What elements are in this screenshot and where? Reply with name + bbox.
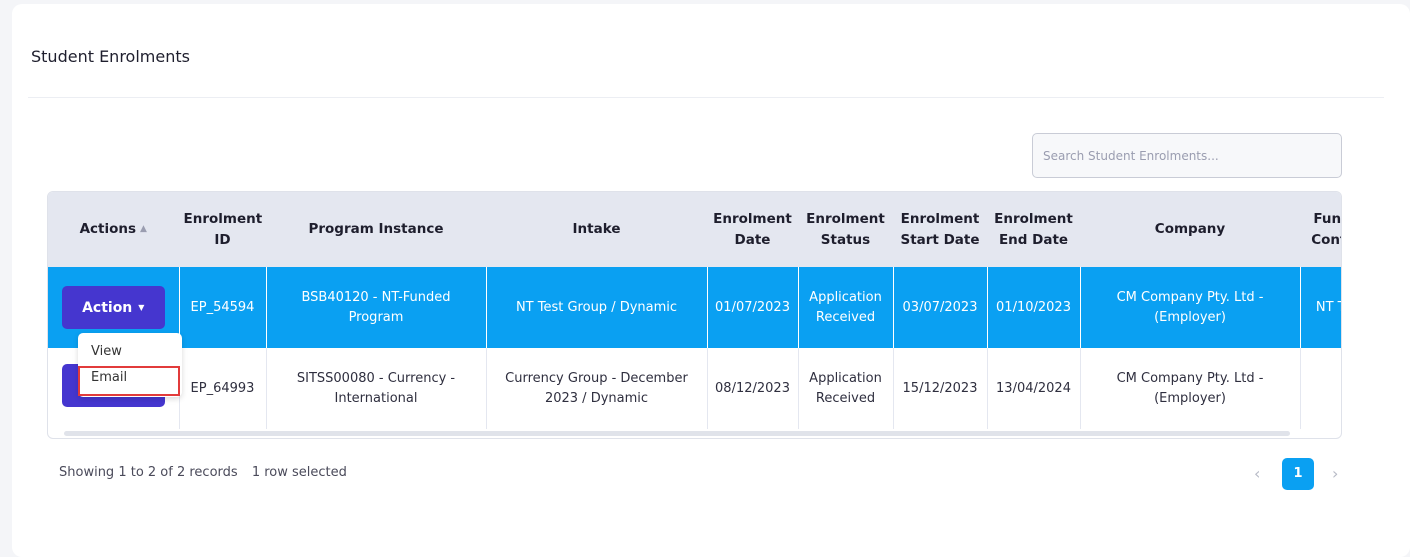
rows-selected-text: 1 row selected (251, 465, 347, 480)
company-cell: CM Company Pty. Ltd - (Employer) (1080, 348, 1301, 429)
funding-contract-cell (1300, 348, 1341, 429)
column-header-enrolment-status[interactable]: Enrolment Status (798, 192, 894, 267)
end-date-cell: 13/04/2024 (987, 348, 1081, 429)
column-header-company[interactable]: Company (1080, 192, 1301, 267)
start-date-cell: 03/07/2023 (893, 267, 988, 348)
menu-item-view[interactable]: View (91, 344, 122, 359)
enrolments-table: Actions ▲ Enrolment ID Program Instance I… (47, 191, 1342, 439)
program-instance-cell: SITSS00080 - Currency - International (266, 348, 487, 429)
enrolment-id-cell: EP_54594 (179, 267, 267, 348)
intake-cell: Currency Group - December 2023 / Dynamic (486, 348, 708, 429)
action-dropdown-button[interactable]: Action ▼ (61, 286, 165, 329)
company-cell: CM Company Pty. Ltd - (Employer) (1080, 267, 1301, 348)
showing-records-text: Showing 1 to 2 of 2 records (59, 465, 238, 480)
start-date-cell: 15/12/2023 (893, 348, 988, 429)
funding-contract-cell: NT T Cont (1300, 267, 1341, 348)
column-header-start-date[interactable]: Enrolment Start Date (893, 192, 988, 267)
column-header-intake[interactable]: Intake (486, 192, 708, 267)
enrolment-status-cell: Application Received (798, 267, 894, 348)
table-row[interactable]: Action ▼ EP_54594 BSB40120 - NT-Funded Pr… (48, 267, 1341, 348)
page-title: Student Enrolments (31, 47, 190, 66)
program-instance-cell: BSB40120 - NT-Funded Program (266, 267, 487, 348)
caret-down-icon: ▼ (138, 303, 145, 312)
enrolment-date-cell: 01/07/2023 (707, 267, 799, 348)
table-row[interactable]: EP_64993 SITSS00080 - Currency - Interna… (48, 348, 1341, 429)
column-header-enrolment-date[interactable]: Enrolment Date (707, 192, 799, 267)
column-header-program-instance[interactable]: Program Instance (266, 192, 487, 267)
card-header (28, 4, 1384, 98)
email-highlight-box (78, 366, 180, 396)
enrolment-date-cell: 08/12/2023 (707, 348, 799, 429)
horizontal-scrollbar[interactable] (64, 431, 1290, 436)
column-header-end-date[interactable]: Enrolment End Date (987, 192, 1081, 267)
column-header-actions[interactable]: Actions ▲ (48, 192, 180, 267)
enrolment-status-cell: Application Received (798, 348, 894, 429)
chevron-right-icon[interactable]: › (1332, 464, 1338, 483)
chevron-left-icon[interactable]: ‹ (1254, 464, 1260, 483)
search-input[interactable] (1032, 133, 1342, 178)
enrolment-id-cell: EP_64993 (179, 348, 267, 429)
table-header-row: Actions ▲ Enrolment ID Program Instance I… (48, 192, 1341, 267)
records-info: Showing 1 to 2 of 2 records 1 row select… (59, 465, 357, 480)
page-1-button[interactable]: 1 (1282, 458, 1314, 490)
end-date-cell: 01/10/2023 (987, 267, 1081, 348)
sort-up-icon[interactable]: ▲ (140, 219, 147, 240)
column-header-enrolment-id[interactable]: Enrolment ID (179, 192, 267, 267)
column-header-funding-contract[interactable]: Funding Contract (1300, 192, 1341, 267)
intake-cell: NT Test Group / Dynamic (486, 267, 708, 348)
